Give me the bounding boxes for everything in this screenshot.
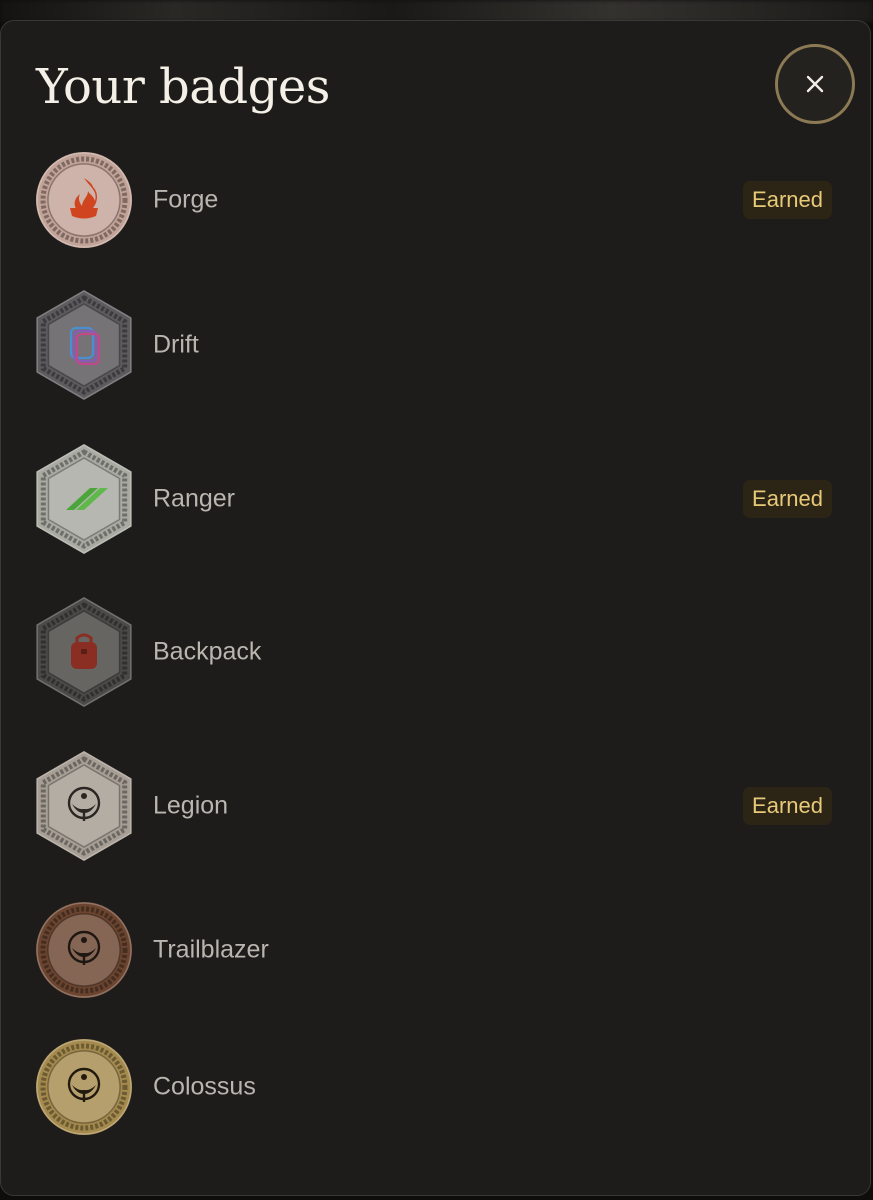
badge-row-backpack[interactable]: Backpack — [35, 597, 835, 707]
colossus-badge-icon — [35, 1032, 133, 1142]
backdrop — [0, 0, 873, 22]
badges-dialog: Your badges Forge Earned Drift Ranger Ea… — [0, 20, 871, 1196]
earned-badge: Earned — [743, 787, 832, 825]
dialog-title: Your badges — [36, 59, 330, 115]
badge-name: Colossus — [153, 1072, 256, 1101]
badge-row-drift[interactable]: Drift — [35, 290, 835, 400]
badge-row-legion[interactable]: Legion Earned — [35, 751, 835, 861]
close-button[interactable] — [775, 44, 855, 124]
backpack-badge-icon — [35, 597, 133, 707]
badge-name: Legion — [153, 791, 229, 820]
drift-badge-icon — [35, 290, 133, 400]
badge-name: Ranger — [153, 484, 235, 513]
badge-row-colossus[interactable]: Colossus — [35, 1032, 835, 1142]
badge-name: Drift — [153, 330, 199, 359]
badge-row-trailblazer[interactable]: Trailblazer — [35, 895, 835, 1005]
badge-row-ranger[interactable]: Ranger Earned — [35, 444, 835, 554]
badge-name: Forge — [153, 185, 219, 214]
forge-badge-icon — [35, 145, 133, 255]
trailblazer-badge-icon — [35, 895, 133, 1005]
ranger-badge-icon — [35, 444, 133, 554]
badge-name: Backpack — [153, 637, 262, 666]
earned-badge: Earned — [743, 181, 832, 219]
badge-name: Trailblazer — [153, 935, 269, 964]
legion-badge-icon — [35, 751, 133, 861]
badge-row-forge[interactable]: Forge Earned — [35, 145, 835, 255]
close-icon — [805, 74, 825, 94]
earned-badge: Earned — [743, 480, 832, 518]
